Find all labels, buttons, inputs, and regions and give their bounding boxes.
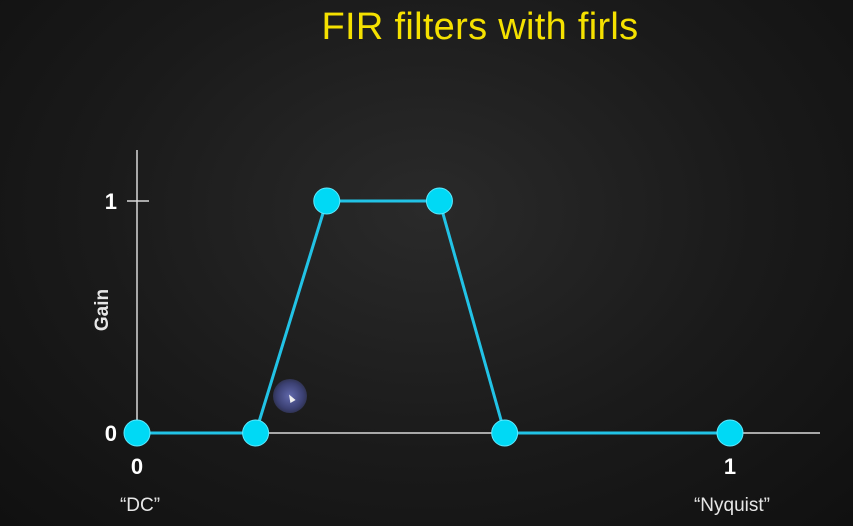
slide: FIR filters with firls 0 1 0 “DC” 1 “Nyquist”… [0, 0, 853, 526]
data-point [242, 419, 270, 447]
y-tick-label: 1 [105, 189, 117, 214]
gain-chart: 0 1 0 “DC” 1 “Nyquist” Gain [92, 150, 820, 516]
x-tick-label: 0 [131, 454, 143, 479]
x-tick-annotation: “DC” [120, 495, 160, 516]
x-tick-label: 1 [724, 454, 736, 479]
chart-series [123, 187, 744, 447]
data-point [491, 419, 519, 447]
data-point [425, 187, 453, 215]
data-point [716, 419, 744, 447]
chart-labels: 0 1 0 “DC” 1 “Nyquist” Gain [92, 189, 770, 516]
data-point [313, 187, 341, 215]
data-point [123, 419, 151, 447]
y-axis-title: Gain [92, 289, 113, 331]
chart-axes [127, 150, 820, 434]
series-line [137, 199, 730, 435]
y-tick-label: 0 [105, 421, 117, 446]
x-tick-annotation: “Nyquist” [694, 495, 770, 516]
